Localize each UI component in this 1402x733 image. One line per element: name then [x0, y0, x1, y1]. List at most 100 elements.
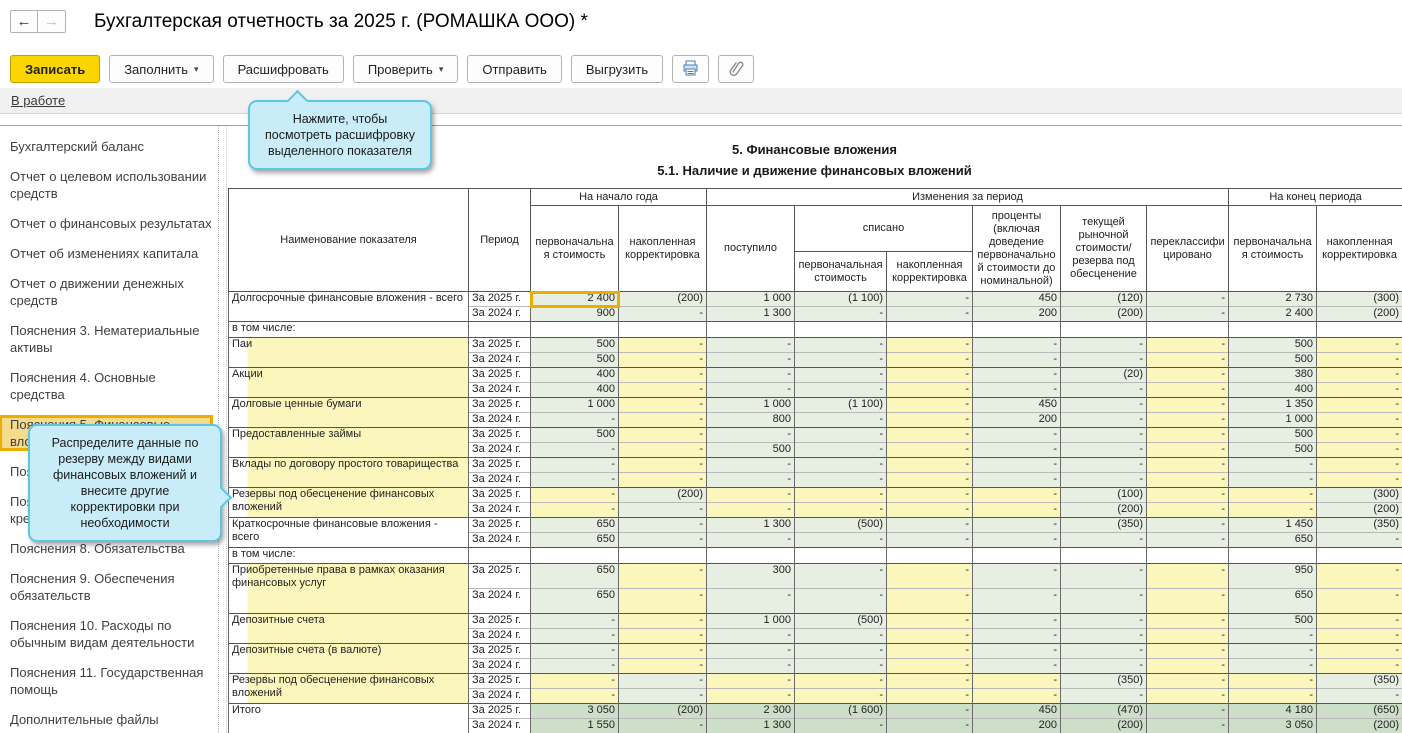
table-cell[interactable]: -: [1317, 659, 1402, 674]
table-cell[interactable]: 400: [531, 383, 619, 398]
table-cell[interactable]: -: [887, 353, 973, 368]
table-cell[interactable]: 500: [1229, 614, 1317, 629]
attach-button[interactable]: [718, 55, 754, 83]
table-cell[interactable]: -: [619, 629, 707, 644]
table-cell[interactable]: (200): [1317, 503, 1402, 518]
table-cell[interactable]: -: [619, 533, 707, 548]
table-cell[interactable]: -: [1147, 368, 1229, 383]
table-cell[interactable]: -: [707, 488, 795, 503]
table-cell[interactable]: -: [619, 338, 707, 353]
table-cell[interactable]: 1 000: [707, 614, 795, 629]
table-cell[interactable]: -: [531, 488, 619, 503]
table-cell[interactable]: 2 400: [531, 292, 619, 307]
period-cell[interactable]: За 2024 г.: [469, 533, 531, 548]
table-cell[interactable]: -: [619, 589, 707, 614]
table-cell[interactable]: -: [795, 533, 887, 548]
table-cell[interactable]: -: [795, 338, 887, 353]
table-cell[interactable]: (200): [1317, 719, 1402, 733]
table-cell[interactable]: -: [1147, 458, 1229, 473]
row-label[interactable]: Паи: [229, 338, 469, 368]
period-cell[interactable]: За 2025 г.: [469, 292, 531, 307]
table-cell[interactable]: -: [707, 674, 795, 689]
sidebar-item[interactable]: Отчет об изменениях капитала: [10, 245, 212, 262]
table-cell[interactable]: -: [1229, 644, 1317, 659]
export-button[interactable]: Выгрузить: [571, 55, 663, 83]
table-cell[interactable]: -: [1061, 614, 1147, 629]
table-cell[interactable]: (120): [1061, 292, 1147, 307]
table-cell[interactable]: -: [887, 704, 973, 719]
table-cell[interactable]: -: [973, 614, 1061, 629]
table-cell[interactable]: -: [887, 338, 973, 353]
sidebar-item[interactable]: Пояснения 9. Обеспечения обязательств: [10, 570, 212, 604]
table-cell[interactable]: -: [1147, 704, 1229, 719]
table-cell[interactable]: -: [531, 614, 619, 629]
table-cell[interactable]: [619, 548, 707, 564]
table-cell[interactable]: -: [795, 674, 887, 689]
table-cell[interactable]: -: [887, 629, 973, 644]
table-cell[interactable]: -: [795, 564, 887, 589]
table-cell[interactable]: -: [1147, 338, 1229, 353]
table-cell[interactable]: -: [619, 368, 707, 383]
table-cell[interactable]: -: [887, 719, 973, 733]
table-cell[interactable]: -: [1061, 533, 1147, 548]
table-cell[interactable]: [887, 322, 973, 338]
table-cell[interactable]: -: [795, 443, 887, 458]
table-cell[interactable]: [707, 322, 795, 338]
period-cell[interactable]: За 2025 г.: [469, 428, 531, 443]
period-cell[interactable]: За 2024 г.: [469, 443, 531, 458]
table-cell[interactable]: -: [887, 518, 973, 533]
table-cell[interactable]: -: [707, 458, 795, 473]
table-cell[interactable]: [1317, 322, 1402, 338]
table-cell[interactable]: 800: [707, 413, 795, 428]
table-cell[interactable]: -: [795, 413, 887, 428]
table-cell[interactable]: -: [1229, 488, 1317, 503]
table-cell[interactable]: -: [707, 644, 795, 659]
table-cell[interactable]: -: [887, 674, 973, 689]
table-cell[interactable]: -: [973, 338, 1061, 353]
period-cell[interactable]: За 2024 г.: [469, 383, 531, 398]
table-cell[interactable]: -: [1061, 629, 1147, 644]
table-cell[interactable]: -: [973, 353, 1061, 368]
table-cell[interactable]: 500: [1229, 428, 1317, 443]
table-cell[interactable]: -: [1317, 564, 1402, 589]
table-cell[interactable]: 200: [973, 413, 1061, 428]
table-cell[interactable]: (650): [1317, 704, 1402, 719]
table-cell[interactable]: -: [1061, 589, 1147, 614]
period-cell[interactable]: За 2025 г.: [469, 644, 531, 659]
table-cell[interactable]: -: [795, 368, 887, 383]
table-cell[interactable]: -: [1317, 533, 1402, 548]
period-cell[interactable]: За 2024 г.: [469, 719, 531, 733]
table-cell[interactable]: -: [1229, 659, 1317, 674]
table-cell[interactable]: -: [619, 443, 707, 458]
table-cell[interactable]: [1147, 548, 1229, 564]
sidebar-item[interactable]: Пояснения 8. Обязательства: [10, 540, 212, 557]
table-cell[interactable]: -: [887, 488, 973, 503]
table-cell[interactable]: -: [1147, 473, 1229, 488]
table-cell[interactable]: 500: [707, 443, 795, 458]
table-cell[interactable]: -: [1147, 564, 1229, 589]
row-label[interactable]: Резервы под обесценение финансовых вложе…: [229, 488, 469, 518]
forward-arrow-icon[interactable]: →: [38, 10, 66, 33]
table-cell[interactable]: -: [619, 383, 707, 398]
period-cell[interactable]: За 2025 г.: [469, 518, 531, 533]
table-cell[interactable]: -: [795, 458, 887, 473]
table-cell[interactable]: (300): [1317, 292, 1402, 307]
table-cell[interactable]: -: [531, 458, 619, 473]
table-cell[interactable]: -: [887, 589, 973, 614]
row-label[interactable]: Акции: [229, 368, 469, 398]
table-cell[interactable]: -: [887, 368, 973, 383]
table-cell[interactable]: -: [1061, 564, 1147, 589]
table-cell[interactable]: -: [973, 689, 1061, 704]
table-cell[interactable]: 2 400: [1229, 307, 1317, 322]
row-label[interactable]: Депозитные счета (в валюте): [229, 644, 469, 674]
table-cell[interactable]: 200: [973, 307, 1061, 322]
period-cell[interactable]: За 2024 г.: [469, 413, 531, 428]
table-cell[interactable]: -: [619, 428, 707, 443]
table-cell[interactable]: 1 300: [707, 518, 795, 533]
table-cell[interactable]: -: [1061, 428, 1147, 443]
table-cell[interactable]: -: [887, 533, 973, 548]
table-cell[interactable]: 1 350: [1229, 398, 1317, 413]
table-cell[interactable]: -: [1317, 428, 1402, 443]
table-cell[interactable]: 650: [1229, 589, 1317, 614]
table-cell[interactable]: -: [887, 503, 973, 518]
